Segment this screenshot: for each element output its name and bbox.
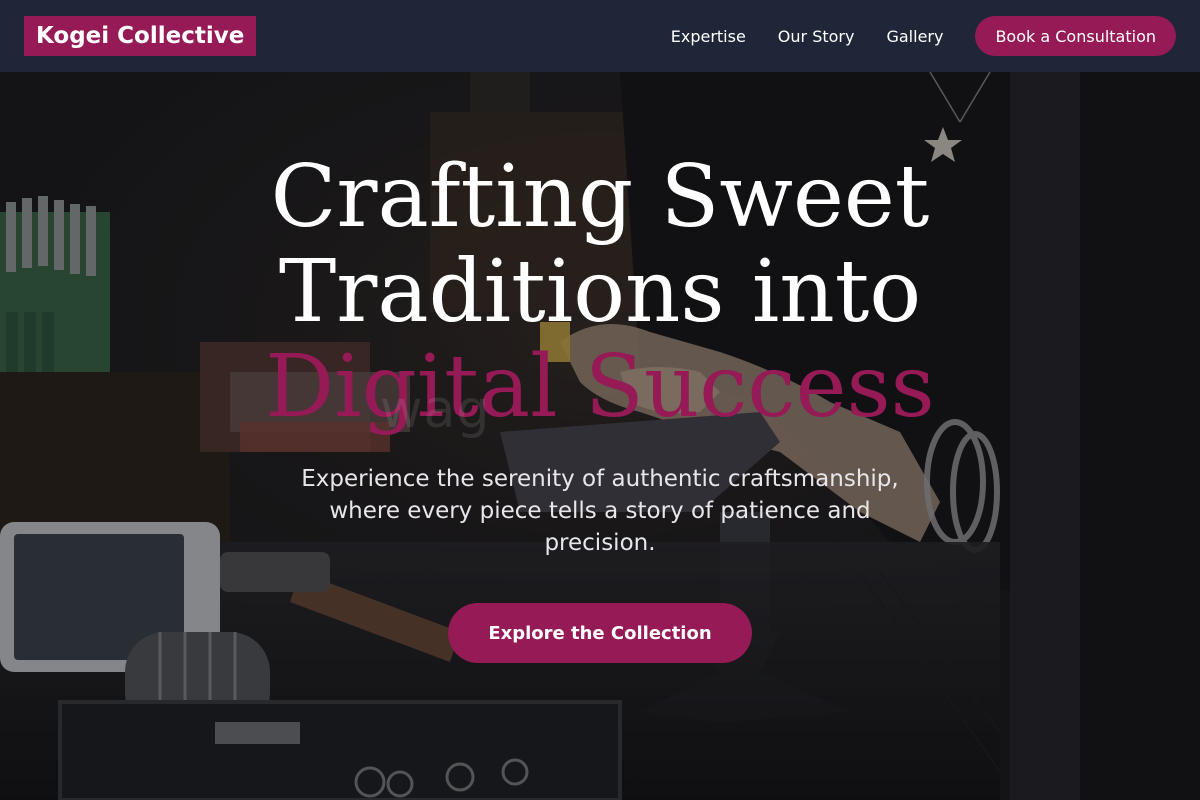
nav-link-expertise[interactable]: Expertise xyxy=(671,27,746,46)
background-watermark-text: wag xyxy=(380,380,491,440)
book-consultation-button[interactable]: Book a Consultation xyxy=(975,16,1176,56)
nav-link-our-story[interactable]: Our Story xyxy=(778,27,855,46)
nav-link-gallery[interactable]: Gallery xyxy=(886,27,943,46)
page: Kogei Collective Expertise Our Story Gal… xyxy=(0,0,1200,800)
hero-content: Crafting Sweet Traditions into Digital S… xyxy=(0,72,1200,800)
hero-headline: Crafting Sweet Traditions into Digital S… xyxy=(150,150,1050,435)
top-navbar: Kogei Collective Expertise Our Story Gal… xyxy=(0,0,1200,72)
hero-subtitle: Experience the serenity of authentic cra… xyxy=(301,466,899,556)
nav-links: Expertise Our Story Gallery Book a Consu… xyxy=(671,16,1176,56)
headline-accent-text: Digital Success xyxy=(265,337,935,437)
headline-text: Crafting Sweet Traditions into xyxy=(270,147,930,342)
explore-collection-button[interactable]: Explore the Collection xyxy=(448,603,752,663)
brand-logo[interactable]: Kogei Collective xyxy=(24,16,257,56)
